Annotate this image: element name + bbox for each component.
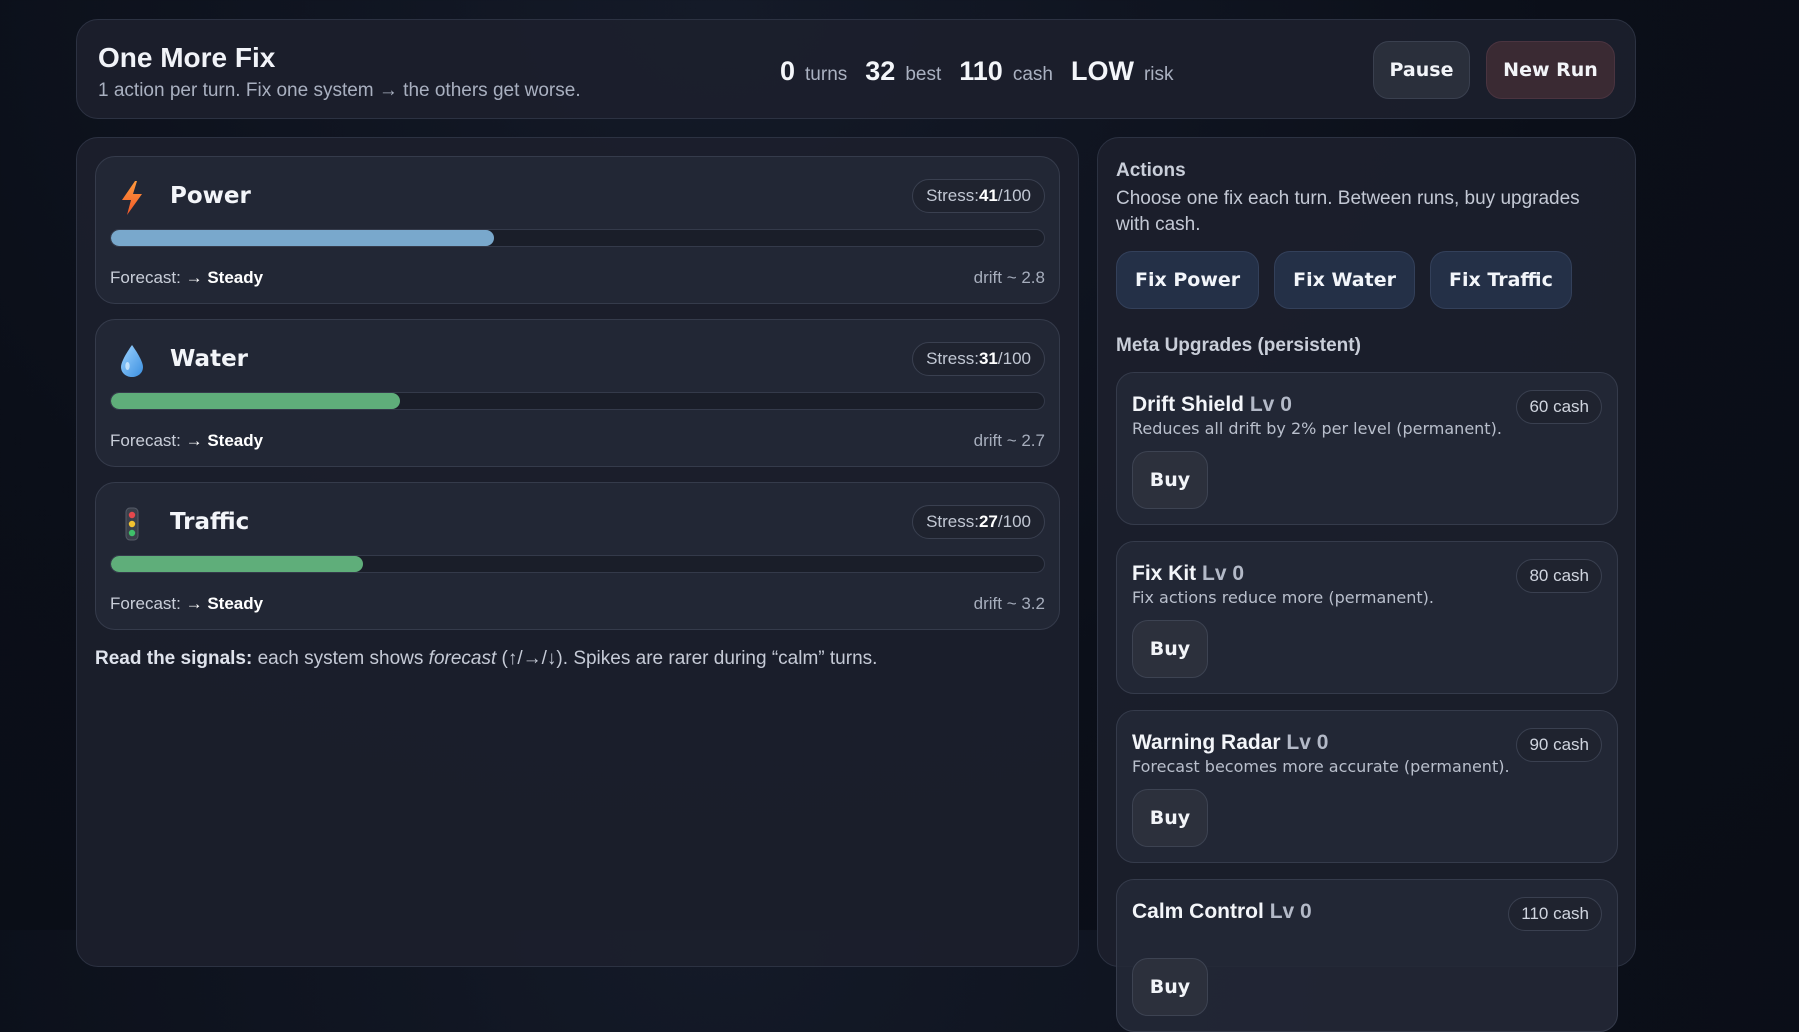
system-card-power: Power Stress: 41/100 Forecast: → Steady … [95, 156, 1060, 304]
forecast: Forecast: → Steady [110, 594, 263, 614]
upgrade-name: Calm Control Lv 0 [1132, 900, 1312, 924]
header-panel: One More Fix 1 action per turn. Fix one … [76, 19, 1636, 119]
actions-description: Choose one fix each turn. Between runs, … [1116, 188, 1580, 235]
upgrade-card-drift-shield: Drift Shield Lv 0 Reduces all drift by 2… [1116, 372, 1618, 525]
stress-bar-fill [111, 556, 363, 572]
stat-best: 32 best [865, 56, 941, 87]
stat-value: 0 [780, 56, 796, 86]
forecast-value: → Steady [185, 594, 264, 613]
stress-bar-fill [111, 230, 494, 246]
forecast-value: → Steady [185, 431, 264, 450]
stress-max: 100 [1002, 186, 1031, 205]
cost-badge: 90 cash [1516, 728, 1602, 762]
upgrade-name: Fix Kit Lv 0 [1132, 562, 1244, 586]
cost-badge: 110 cash [1508, 897, 1602, 931]
forecast: Forecast: → Steady [110, 431, 263, 451]
buy-warning-radar-button[interactable]: Buy [1132, 789, 1208, 847]
app-subtitle: 1 action per turn. Fix one system → the … [98, 80, 581, 101]
stress-bar [110, 229, 1045, 247]
stress-prefix: Stress: [926, 512, 979, 531]
upgrade-card-warning-radar: Warning Radar Lv 0 Forecast becomes more… [1116, 710, 1618, 863]
stat-value: 110 [959, 56, 1003, 86]
stress-bar [110, 392, 1045, 410]
lightning-bolt-icon [122, 181, 142, 215]
stress-max: 100 [1002, 512, 1031, 531]
signals-hint-italic: forecast [428, 648, 497, 669]
actions-title: Actions [1116, 160, 1186, 181]
fix-water-button[interactable]: Fix Water [1274, 251, 1415, 309]
system-card-traffic: Traffic Stress: 27/100 Forecast: → Stead… [95, 482, 1060, 630]
upgrade-title: Drift Shield [1132, 393, 1245, 416]
fix-traffic-button[interactable]: Fix Traffic [1429, 251, 1572, 309]
stress-bar [110, 555, 1045, 573]
stress-value: 31 [978, 349, 998, 368]
upgrade-name: Warning Radar Lv 0 [1132, 731, 1328, 755]
buy-fix-kit-button[interactable]: Buy [1132, 620, 1208, 678]
fix-power-button[interactable]: Fix Power [1116, 251, 1260, 309]
stress-value: 41 [978, 186, 998, 205]
stress-value: 27 [978, 512, 998, 531]
signals-hint-text: each system shows [252, 648, 429, 669]
drift-value: drift ~ 2.8 [973, 268, 1045, 287]
stress-bar-fill [111, 393, 401, 409]
forecast-value: → Steady [185, 268, 264, 287]
stress-badge: Stress: 41/100 [912, 179, 1045, 213]
new-run-button[interactable]: New Run [1486, 41, 1615, 99]
stat-label: risk [1143, 64, 1174, 85]
signals-hint: Read the signals: each system shows fore… [95, 648, 877, 670]
forecast-prefix: Forecast: [110, 594, 186, 613]
buy-calm-control-button[interactable]: Buy [1132, 958, 1208, 1016]
stat-cash: 110 cash [959, 56, 1053, 87]
systems-panel: Power Stress: 41/100 Forecast: → Steady … [76, 137, 1079, 967]
signals-hint-text: (↑/→/↓). Spikes are rarer during “calm” … [496, 648, 878, 669]
stat-value: 32 [865, 56, 896, 86]
upgrade-card-fix-kit: Fix Kit Lv 0 Fix actions reduce more (pe… [1116, 541, 1618, 694]
stress-prefix: Stress: [926, 349, 979, 368]
upgrade-level: Lv 0 [1286, 731, 1329, 754]
upgrade-title: Fix Kit [1132, 562, 1197, 585]
upgrade-description: Reduces all drift by 2% per level (perma… [1132, 419, 1502, 438]
stress-prefix: Stress: [926, 186, 979, 205]
system-card-water: Water Stress: 31/100 Forecast: → Steady … [95, 319, 1060, 467]
upgrade-description: Fix actions reduce more (permanent). [1132, 588, 1434, 607]
stat-label: turns [805, 64, 848, 85]
upgrade-title: Warning Radar [1132, 731, 1281, 754]
upgrade-level: Lv 0 [1202, 562, 1245, 585]
cost-badge: 60 cash [1516, 390, 1602, 424]
upgrade-name: Drift Shield Lv 0 [1132, 393, 1292, 417]
actions-panel: Actions Choose one fix each turn. Betwee… [1097, 137, 1636, 1032]
upgrade-description: Forecast becomes more accurate (permanen… [1132, 757, 1510, 776]
forecast: Forecast: → Steady [110, 268, 263, 288]
forecast-prefix: Forecast: [110, 431, 186, 450]
upgrade-level: Lv 0 [1269, 900, 1312, 923]
stress-badge: Stress: 31/100 [912, 342, 1045, 376]
signals-hint-bold: Read the signals: [95, 648, 253, 669]
traffic-light-icon [125, 507, 139, 541]
system-name: Water [170, 346, 249, 372]
stress-max: 100 [1002, 349, 1031, 368]
meta-upgrades-title: Meta Upgrades (persistent) [1116, 335, 1361, 356]
cost-badge: 80 cash [1516, 559, 1602, 593]
stat-label: best [905, 64, 942, 85]
upgrade-level: Lv 0 [1249, 393, 1292, 416]
stat-label: cash [1012, 64, 1053, 85]
fix-buttons: Fix Power Fix Water Fix Traffic [1116, 251, 1572, 309]
stress-badge: Stress: 27/100 [912, 505, 1045, 539]
drift-value: drift ~ 3.2 [973, 594, 1045, 613]
forecast-prefix: Forecast: [110, 268, 186, 287]
stat-value: LOW [1070, 56, 1134, 86]
system-name: Power [170, 183, 251, 209]
stat-turns: 0 turns [780, 56, 847, 87]
upgrade-card-calm-control: Calm Control Lv 0 110 cash Buy [1116, 879, 1618, 1032]
stats-bar: 0 turns 32 best 110 cash LOW risk [780, 56, 1174, 87]
buy-drift-shield-button[interactable]: Buy [1132, 451, 1208, 509]
drift-value: drift ~ 2.7 [973, 431, 1045, 450]
app-title: One More Fix [98, 42, 276, 73]
water-drop-icon [121, 345, 143, 377]
upgrade-title: Calm Control [1132, 900, 1264, 923]
stat-risk: LOW risk [1071, 56, 1174, 87]
system-name: Traffic [170, 509, 250, 535]
pause-button[interactable]: Pause [1373, 41, 1470, 99]
